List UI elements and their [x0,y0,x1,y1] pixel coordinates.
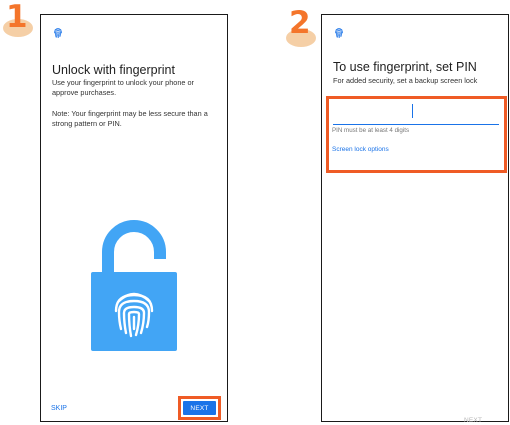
next-button-disabled[interactable]: NEXT [464,417,482,424]
fingerprint-icon [54,28,62,38]
step-1-number: 1 [6,0,28,35]
set-pin-screen: To use fingerprint, set PIN For added se… [321,14,509,424]
pin-input[interactable] [333,109,499,125]
screen-description: For added security, set a backup screen … [333,76,478,85]
screen-description: Use your fingerprint to unlock your phon… [52,78,194,97]
text-cursor [412,104,413,118]
pin-entry-highlight: PIN must be at least 4 digits Screen loc… [326,96,507,173]
fingerprint-icon [335,28,343,38]
step-2-number: 2 [289,5,311,41]
skip-button[interactable]: SKIP [51,405,67,412]
next-button[interactable]: NEXT [183,401,216,415]
fingerprint-setup-screen: Unlock with fingerprint Use your fingerp… [40,14,228,422]
next-button-highlight: NEXT [178,396,221,420]
pin-hint: PIN must be at least 4 digits [332,127,410,134]
screen-title: Unlock with fingerprint [52,63,175,77]
screen-title: To use fingerprint, set PIN [333,60,477,74]
security-note: Note: Your fingerprint may be less secur… [52,109,208,128]
screen-lock-options-link[interactable]: Screen lock options [332,146,389,153]
padlock-fingerprint-illustration [91,220,177,351]
